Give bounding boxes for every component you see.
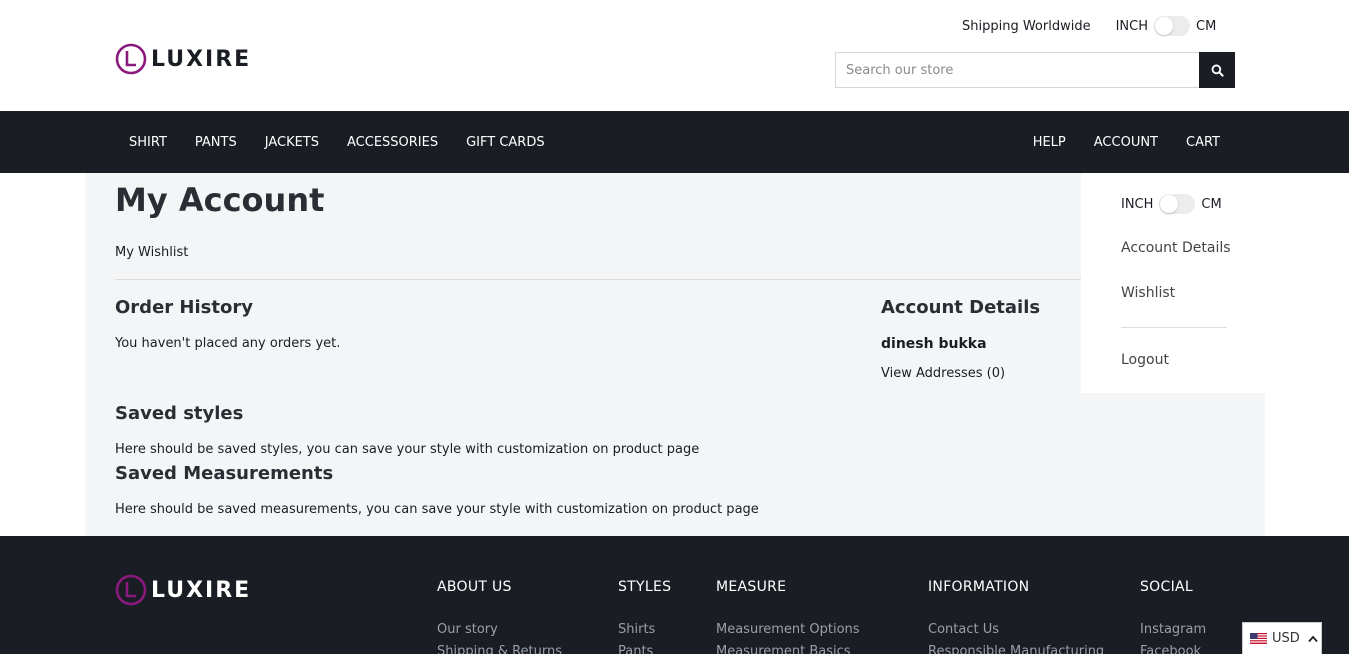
site-header: LUXIRE Shipping Worldwide INCH CM — [0, 0, 1349, 111]
saved-styles-heading: Saved styles — [115, 403, 244, 424]
order-history-heading: Order History — [115, 297, 253, 318]
nav-shirt[interactable]: SHIRT — [115, 135, 181, 150]
nav-help[interactable]: HELP — [1019, 135, 1080, 150]
search-icon — [1211, 64, 1224, 77]
account-dropdown-menu: INCH CM Account Details Wishlist Logout — [1081, 173, 1265, 393]
saved-measurements-text: Here should be saved measurements, you c… — [115, 502, 759, 517]
chevron-up-icon — [1308, 635, 1318, 642]
luxire-logo-icon — [115, 574, 147, 606]
saved-measurements-heading: Saved Measurements — [115, 463, 334, 484]
unit-toggle[interactable] — [1159, 194, 1196, 214]
unit-cm-label: CM — [1196, 18, 1217, 34]
footer-link[interactable]: Shipping & Returns — [437, 644, 562, 654]
unit-inch-label: INCH — [1121, 196, 1154, 212]
footer-col-measure: MEASURE Measurement Options Measurement … — [716, 579, 860, 654]
us-flag-icon — [1250, 633, 1267, 644]
divider — [115, 279, 1081, 280]
view-addresses-link[interactable]: View Addresses (0) — [881, 366, 1005, 381]
footer-col-information: INFORMATION Contact Us Responsible Manuf… — [928, 579, 1104, 654]
currency-selector[interactable]: USD — [1242, 622, 1322, 654]
luxire-logo-icon — [115, 43, 147, 75]
footer-link[interactable]: Facebook — [1140, 644, 1206, 654]
nav-cart[interactable]: CART — [1172, 135, 1234, 150]
footer-col-styles: STYLES Shirts Pants — [618, 579, 671, 654]
shipping-worldwide-link[interactable]: Shipping Worldwide — [962, 19, 1091, 34]
footer-link[interactable]: Measurement Options — [716, 622, 860, 637]
menu-account-details[interactable]: Account Details — [1121, 240, 1231, 256]
main-nav: SHIRT PANTS JACKETS ACCESSORIES GIFT CAR… — [0, 111, 1349, 173]
footer-col-title: INFORMATION — [928, 579, 1030, 595]
order-history-text: You haven't placed any orders yet. — [115, 336, 341, 351]
logo-text: LUXIRE — [151, 577, 252, 603]
top-utility-bar: Shipping Worldwide INCH CM — [962, 16, 1216, 36]
site-logo[interactable]: LUXIRE — [115, 43, 251, 75]
footer-link[interactable]: Shirts — [618, 622, 671, 637]
footer-link[interactable]: Responsible Manufacturing — [928, 644, 1104, 654]
nav-gift-cards[interactable]: GIFT CARDS — [452, 135, 559, 150]
nav-accessories[interactable]: ACCESSORIES — [333, 135, 452, 150]
page-title: My Account — [115, 181, 325, 219]
search-input[interactable] — [836, 53, 1199, 87]
footer-link[interactable]: Instagram — [1140, 622, 1206, 637]
menu-divider — [1121, 327, 1227, 328]
dropdown-unit-switch: INCH CM — [1121, 194, 1222, 214]
toggle-knob — [1160, 195, 1179, 213]
currency-code: USD — [1272, 631, 1300, 646]
footer-col-title: SOCIAL — [1140, 579, 1193, 595]
footer-link[interactable]: Measurement Basics — [716, 644, 860, 654]
footer-col-social: SOCIAL Instagram Facebook — [1140, 579, 1206, 654]
footer-link[interactable]: Pants — [618, 644, 671, 654]
search-button[interactable] — [1199, 52, 1235, 88]
footer-col-title: STYLES — [618, 579, 672, 595]
footer-col-about: ABOUT US Our story Shipping & Returns — [437, 579, 562, 654]
account-details-heading: Account Details — [881, 297, 1041, 318]
footer-col-title: MEASURE — [716, 579, 787, 595]
logo-text: LUXIRE — [151, 46, 252, 72]
nav-account[interactable]: ACCOUNT — [1080, 135, 1172, 150]
customer-name: dinesh bukka — [881, 336, 987, 352]
footer-link[interactable]: Our story — [437, 622, 562, 637]
unit-inch-label: INCH — [1115, 18, 1149, 34]
footer-logo[interactable]: LUXIRE — [115, 574, 251, 606]
footer-col-title: ABOUT US — [437, 579, 512, 595]
site-footer: LUXIRE ABOUT US Our story Shipping & Ret… — [0, 536, 1349, 654]
unit-toggle[interactable] — [1154, 16, 1191, 36]
footer-link[interactable]: Contact Us — [928, 622, 1104, 637]
unit-cm-label: CM — [1201, 196, 1222, 212]
nav-utilities: HELP ACCOUNT CART — [1019, 111, 1234, 173]
nav-categories: SHIRT PANTS JACKETS ACCESSORIES GIFT CAR… — [115, 111, 559, 173]
toggle-knob — [1155, 17, 1174, 35]
nav-jackets[interactable]: JACKETS — [251, 135, 333, 150]
my-wishlist-link[interactable]: My Wishlist — [115, 245, 188, 260]
search-bar — [835, 52, 1235, 88]
menu-logout[interactable]: Logout — [1121, 352, 1169, 368]
nav-pants[interactable]: PANTS — [181, 135, 251, 150]
menu-wishlist[interactable]: Wishlist — [1121, 285, 1175, 301]
saved-styles-text: Here should be saved styles, you can sav… — [115, 442, 700, 457]
